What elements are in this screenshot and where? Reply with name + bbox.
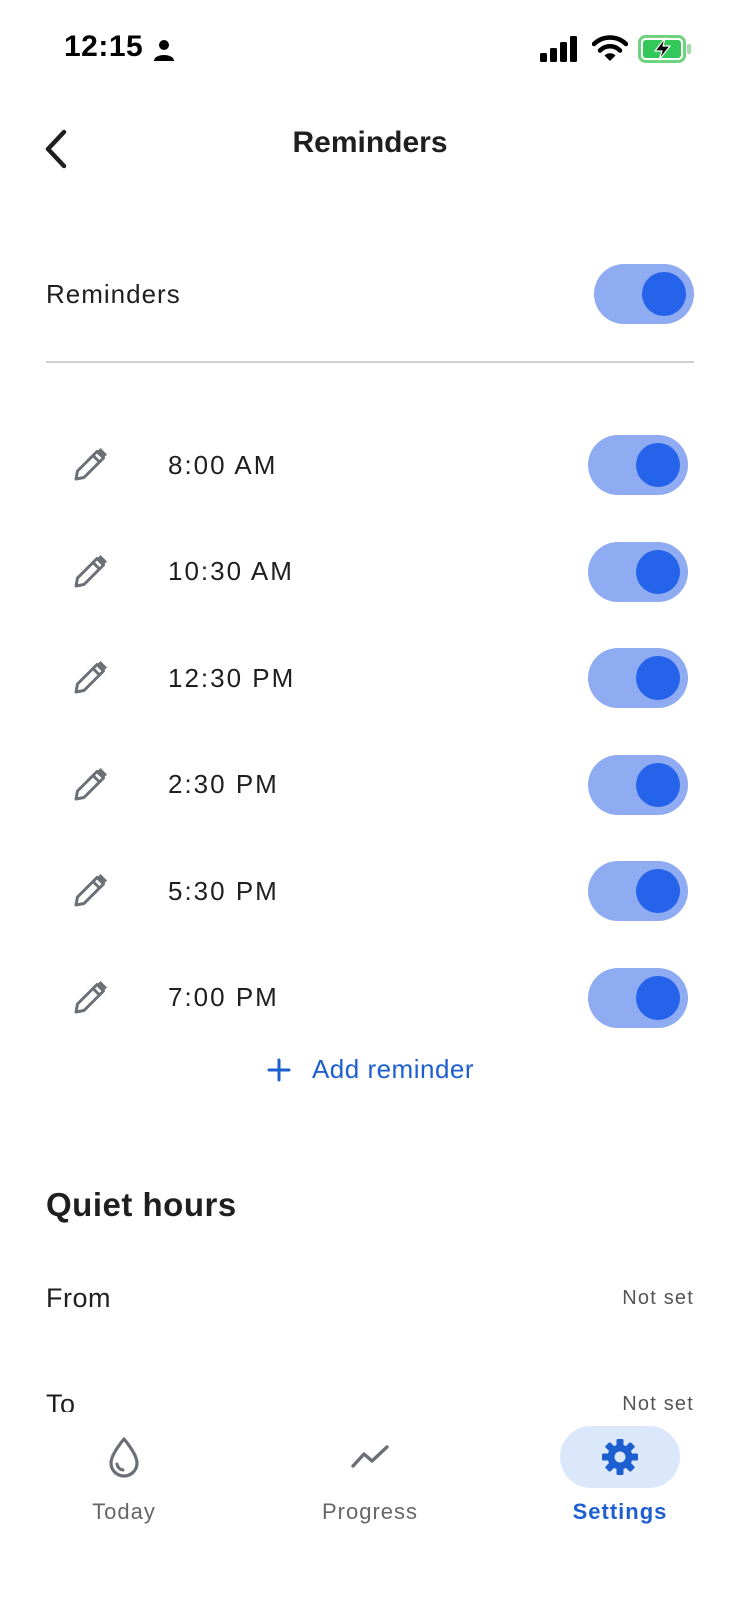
nav-icon-container [64,1426,184,1488]
reminders-screen: 12:15 Reminders Reminders 8:00 AM 10:30 … [0,0,740,1600]
quiet-hours-heading: Quiet hours [46,1186,237,1223]
reminder-toggle[interactable] [588,967,688,1028]
toggle-knob [636,549,680,594]
divider [46,361,694,363]
reminders-master-toggle[interactable] [594,264,694,324]
cellular-signal-icon [540,36,577,62]
reminder-row: 10:30 AM [0,519,740,626]
nav-item-settings[interactable]: Settings [540,1412,700,1542]
plus-icon [267,1058,291,1081]
reminder-time: 2:30 PM [168,769,279,800]
toggle-knob [636,656,680,701]
pencil-edit-icon[interactable] [70,445,110,485]
toggle-knob [642,272,686,316]
reminder-row: 12:30 PM [0,625,740,732]
pencil-edit-icon[interactable] [70,658,110,698]
toggle-knob [636,443,680,488]
gear-icon [602,1439,638,1475]
bottom-navigation: Today Progress Settings [0,1412,740,1600]
quiet-hours-from-value: Not set [622,1286,694,1309]
nav-icon-container [310,1426,430,1488]
water-drop-icon [109,1437,139,1478]
reminder-row: 8:00 AM [0,412,740,519]
pencil-edit-icon[interactable] [70,871,110,911]
reminder-toggle[interactable] [588,541,688,602]
reminder-toggle[interactable] [588,861,688,922]
reminder-time: 5:30 PM [168,875,279,906]
reminder-toggle[interactable] [588,435,688,496]
toggle-knob [636,975,680,1020]
reminder-time: 8:00 AM [168,449,278,480]
nav-item-progress[interactable]: Progress [290,1412,450,1542]
toggle-knob [636,762,680,807]
reminder-row: 5:30 PM [0,838,740,945]
person-icon [154,40,174,61]
nav-label-today: Today [92,1499,156,1524]
wifi-icon [592,35,628,61]
quiet-hours-from-label: From [46,1282,111,1313]
reminder-list: 8:00 AM 10:30 AM 12:30 PM 2:30 PM 5:30 P… [0,412,740,1051]
status-time: 12:15 [64,30,144,63]
add-reminder-label: Add reminder [311,1054,475,1084]
reminders-master-row: Reminders [46,262,694,326]
reminder-time: 12:30 PM [168,662,296,693]
reminder-time: 10:30 AM [168,556,294,587]
toggle-knob [636,869,680,914]
nav-icon-container [560,1426,680,1488]
pencil-edit-icon[interactable] [70,978,110,1018]
pencil-edit-icon[interactable] [70,765,110,805]
reminder-row: 2:30 PM [0,732,740,839]
battery-charging-icon [638,35,691,63]
reminder-toggle[interactable] [588,754,688,815]
reminders-master-label: Reminders [46,278,181,309]
page-title: Reminders [292,126,448,159]
nav-label-settings: Settings [572,1499,668,1524]
pencil-edit-icon[interactable] [70,552,110,592]
status-bar: 12:15 [0,0,740,100]
top-app-bar: Reminders [0,110,740,190]
reminder-row: 7:00 PM [0,945,740,1052]
trend-line-icon [351,1445,389,1468]
quiet-hours-from-row[interactable]: From Not set [46,1268,694,1328]
reminder-toggle[interactable] [588,648,688,709]
nav-item-today[interactable]: Today [44,1412,204,1542]
reminder-time: 7:00 PM [168,982,279,1013]
nav-label-progress: Progress [321,1499,419,1524]
add-reminder-button[interactable]: Add reminder [0,1054,740,1085]
